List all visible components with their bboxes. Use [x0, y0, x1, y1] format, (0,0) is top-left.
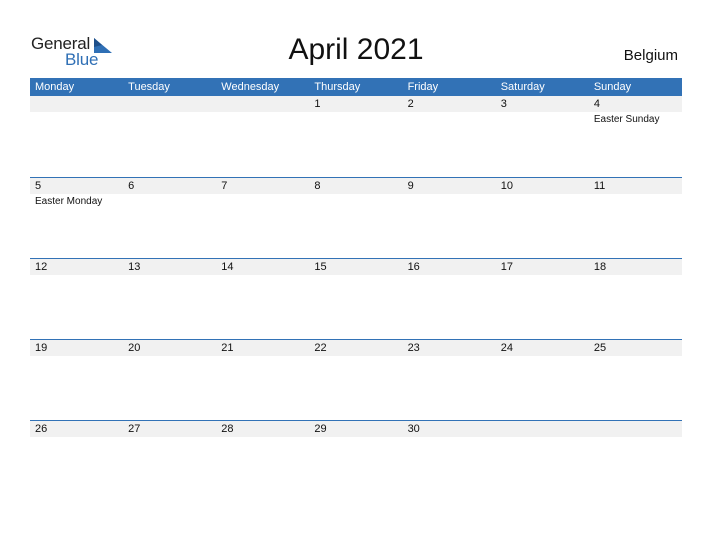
holiday-label [403, 437, 496, 439]
holiday-label [309, 275, 402, 277]
date-number: 30 [407, 423, 420, 435]
date-number [496, 421, 589, 437]
holiday-label [216, 112, 309, 126]
holiday-label [589, 194, 682, 208]
date-number: 28 [221, 423, 234, 435]
holiday-label [309, 437, 402, 439]
holiday-label [216, 356, 309, 358]
holiday-label [403, 356, 496, 358]
holiday-label [309, 356, 402, 358]
date-number: 4 [593, 98, 600, 110]
holiday-label [30, 275, 123, 277]
date-number: 1 [314, 98, 321, 110]
date-number: 7 [221, 180, 228, 192]
week-row: 19 20 21 22 23 24 25 [30, 339, 682, 420]
date-number: 5 [35, 180, 42, 192]
week-row: 12 13 14 15 16 17 18 [30, 258, 682, 339]
holiday-label [30, 356, 123, 358]
date-number: 23 [407, 342, 420, 354]
date-number: 29 [314, 423, 327, 435]
event-row: Easter Monday [30, 194, 682, 208]
date-number: 17 [500, 261, 513, 273]
holiday-label [403, 275, 496, 277]
holiday-label [123, 112, 216, 126]
holiday-label [123, 275, 216, 277]
weekday-tuesday: Tuesday [128, 81, 170, 93]
date-number [30, 96, 123, 112]
date-number: 24 [500, 342, 513, 354]
date-number [216, 96, 309, 112]
date-row: 26 27 28 29 30 [30, 420, 682, 437]
date-number: 20 [128, 342, 141, 354]
holiday-label [589, 356, 682, 358]
holiday-label [309, 112, 402, 126]
holiday-label [496, 112, 589, 126]
holiday-label [216, 437, 309, 439]
date-number: 27 [128, 423, 141, 435]
date-number: 2 [407, 98, 414, 110]
week-row: 26 27 28 29 30 [30, 420, 682, 501]
date-number: 18 [593, 261, 607, 273]
date-number: 15 [314, 261, 327, 273]
holiday-label: Easter Monday [35, 196, 103, 207]
date-number: 14 [221, 261, 234, 273]
holiday-label [123, 194, 216, 208]
holiday-label [30, 437, 123, 439]
date-number: 22 [314, 342, 327, 354]
date-number: 16 [407, 261, 420, 273]
date-number: 6 [128, 180, 135, 192]
date-row: 5 6 7 8 9 10 11 [30, 177, 682, 194]
holiday-label [496, 194, 589, 208]
calendar-grid: Monday Tuesday Wednesday Thursday Friday… [30, 78, 682, 501]
date-number: 19 [35, 342, 48, 354]
event-row [30, 275, 682, 277]
weekday-header: Monday Tuesday Wednesday Thursday Friday… [30, 78, 682, 96]
date-row: 1 2 3 4 [30, 96, 682, 112]
holiday-label [496, 275, 589, 277]
week-row: 5 6 7 8 9 10 11 Easter Monday [30, 177, 682, 258]
weekday-wednesday: Wednesday [221, 81, 280, 93]
date-number: 25 [593, 342, 607, 354]
holiday-label [123, 356, 216, 358]
holiday-label [496, 356, 589, 358]
holiday-label [589, 437, 682, 439]
weekday-sunday: Sunday [593, 81, 632, 93]
date-number: 11 [593, 180, 606, 192]
date-number: 3 [500, 98, 507, 110]
holiday-label [403, 112, 496, 126]
date-number [123, 96, 216, 112]
holiday-label [403, 194, 496, 208]
weekday-thursday: Thursday [314, 81, 361, 93]
date-number [589, 421, 682, 437]
holiday-label: Easter Sunday [593, 114, 660, 125]
holiday-label [123, 437, 216, 439]
holiday-label [216, 275, 309, 277]
week-row: 1 2 3 4 Easter Sunday [30, 96, 682, 177]
date-number: 13 [128, 261, 141, 273]
holiday-label [309, 194, 402, 208]
date-row: 19 20 21 22 23 24 25 [30, 339, 682, 356]
page-title: April 2021 [288, 33, 424, 66]
holiday-label [589, 275, 682, 277]
date-number: 12 [35, 261, 48, 273]
date-number: 9 [407, 180, 414, 192]
weekday-friday: Friday [407, 81, 439, 93]
holiday-label [496, 437, 589, 439]
weekday-monday: Monday [35, 81, 75, 93]
holiday-label [216, 194, 309, 208]
date-row: 12 13 14 15 16 17 18 [30, 258, 682, 275]
country-label: Belgium [623, 47, 678, 64]
date-number: 10 [500, 180, 513, 192]
event-row [30, 437, 682, 439]
event-row: Easter Sunday [30, 112, 682, 126]
holiday-label [30, 112, 123, 126]
event-row [30, 356, 682, 358]
date-number: 8 [314, 180, 321, 192]
date-number: 21 [221, 342, 234, 354]
date-number: 26 [35, 423, 48, 435]
weekday-saturday: Saturday [500, 81, 545, 93]
